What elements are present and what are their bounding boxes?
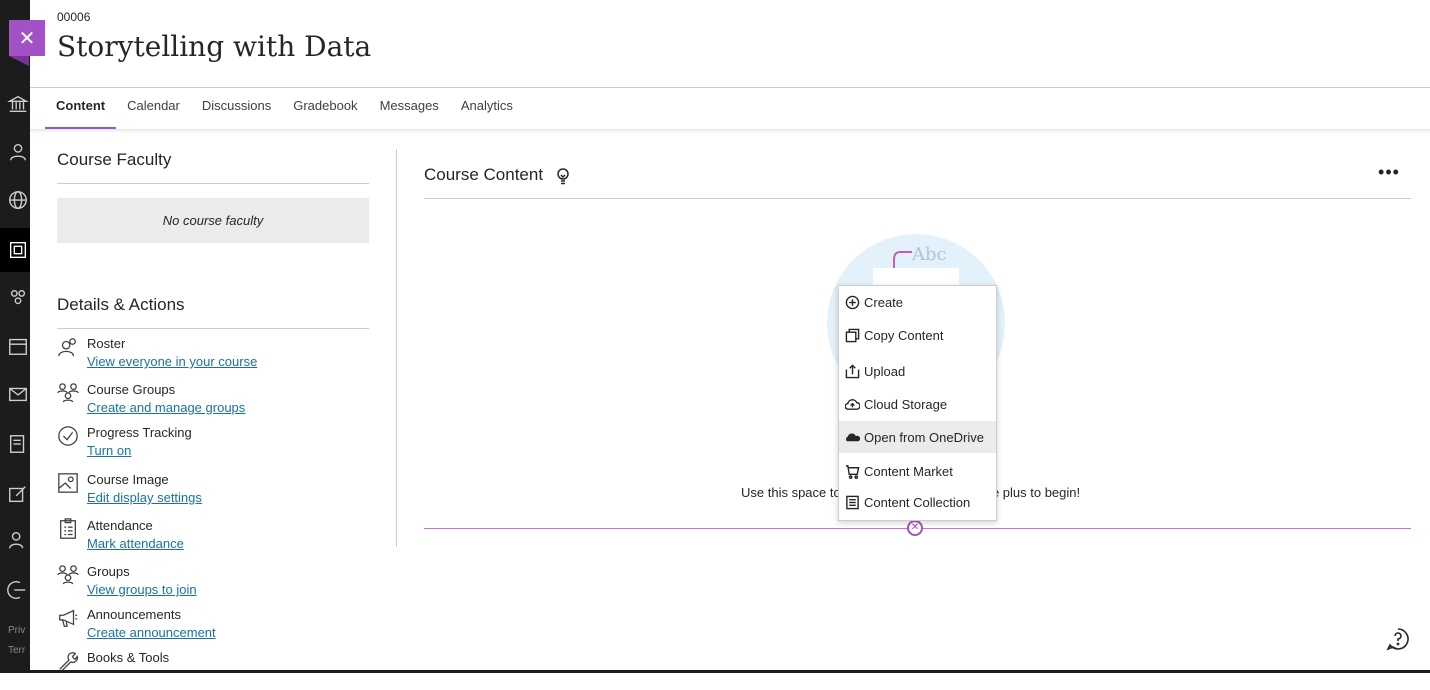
course-sidebar: Course Faculty No course faculty Details… [57, 150, 369, 329]
menu-item-onedrive[interactable]: Open from OneDrive [839, 421, 996, 453]
menu-item-label: Create [864, 294, 904, 310]
attendance-title: Attendance [87, 518, 153, 533]
groups-icon [57, 382, 79, 404]
groups-link[interactable]: View groups to join [87, 582, 197, 597]
menu-item-upload[interactable]: Upload [839, 355, 996, 387]
institution-icon[interactable] [6, 92, 30, 116]
menu-item-copy-content[interactable]: Copy Content [839, 319, 996, 351]
menu-item-label: Content Collection [864, 494, 971, 510]
cloud-icon [844, 396, 860, 412]
left-nav-rail: Priv Terr [0, 0, 30, 673]
onedrive-icon [844, 429, 860, 445]
roster-title: Roster [87, 336, 126, 351]
sign-out-icon[interactable] [6, 578, 30, 602]
tab-analytics[interactable]: Analytics [450, 88, 524, 130]
empty-state-text-start: Use this space to [741, 485, 841, 500]
faculty-heading: Course Faculty [57, 150, 172, 169]
calendar-icon[interactable] [6, 334, 30, 358]
content-heading: Course Content [424, 165, 544, 184]
close-button-tail [9, 56, 29, 66]
action-attendance: Attendance Mark attendance [57, 518, 377, 558]
announcements-title: Announcements [87, 607, 181, 622]
column-divider [396, 149, 397, 547]
megaphone-icon [57, 607, 79, 629]
tab-messages[interactable]: Messages [369, 88, 450, 130]
books-tools-title: Books & Tools [87, 650, 170, 665]
menu-item-label: Upload [864, 363, 906, 379]
progress-tracking-link[interactable]: Turn on [87, 443, 131, 458]
course-groups-title: Course Groups [87, 382, 176, 397]
add-content-menu: Create Copy Content Upload Cloud Storage… [838, 285, 997, 521]
tab-gradebook[interactable]: Gradebook [282, 88, 368, 130]
faculty-divider [57, 183, 369, 184]
details-heading: Details & Actions [57, 295, 185, 314]
privacy-link[interactable]: Priv [8, 625, 30, 636]
organizations-icon[interactable] [6, 286, 30, 310]
action-course-image: Course Image Edit display settings [57, 472, 377, 512]
menu-item-content-collection[interactable]: Content Collection [839, 486, 996, 518]
lightbulb-icon[interactable] [555, 167, 571, 185]
roster-icon [57, 336, 79, 358]
empty-state-text-end: he plus to begin! [984, 485, 1081, 500]
menu-item-label: Cloud Storage [864, 396, 948, 412]
course-groups-link[interactable]: Create and manage groups [87, 400, 245, 415]
action-course-groups: Course Groups Create and manage groups [57, 382, 377, 422]
tab-discussions[interactable]: Discussions [191, 88, 282, 130]
content-divider [424, 198, 1411, 199]
grades-icon[interactable] [6, 432, 30, 456]
wrench-icon [57, 650, 79, 672]
attendance-icon [57, 518, 79, 540]
profile-icon[interactable] [6, 140, 30, 164]
roster-link[interactable]: View everyone in your course [87, 354, 257, 369]
copy-icon [844, 327, 860, 343]
globe-icon[interactable] [6, 188, 30, 212]
more-options-button[interactable]: ••• [1374, 163, 1404, 187]
announcements-link[interactable]: Create announcement [87, 625, 216, 640]
course-image-link[interactable]: Edit display settings [87, 490, 202, 505]
collection-icon [844, 494, 860, 510]
action-announcements: Announcements Create announcement [57, 607, 377, 647]
close-add-menu-icon[interactable]: ✕ [907, 520, 923, 536]
tabs-shadow [30, 129, 1430, 133]
menu-item-cloud-storage[interactable]: Cloud Storage [839, 388, 996, 420]
menu-item-label: Content Market [864, 463, 953, 479]
tools-person-icon[interactable] [6, 528, 30, 552]
no-faculty-message: No course faculty [57, 198, 369, 243]
tab-content[interactable]: Content [45, 88, 117, 130]
attendance-link[interactable]: Mark attendance [87, 536, 184, 551]
course-id: 00006 [57, 10, 91, 24]
progress-check-icon [57, 425, 79, 447]
close-course-button[interactable]: ✕ [9, 20, 45, 56]
action-groups: Groups View groups to join [57, 564, 377, 604]
action-progress-tracking: Progress Tracking Turn on [57, 425, 377, 465]
action-roster: Roster View everyone in your course [57, 336, 377, 376]
groups-title: Groups [87, 564, 130, 579]
course-image-title: Course Image [87, 472, 169, 487]
progress-tracking-title: Progress Tracking [87, 425, 192, 440]
market-icon [844, 463, 860, 479]
image-icon [57, 472, 79, 494]
course-panel: 00006 Storytelling with Data Content Cal… [30, 0, 1430, 673]
menu-item-create[interactable]: Create [839, 286, 996, 318]
help-icon[interactable] [1386, 627, 1410, 651]
upload-icon [844, 363, 860, 379]
menu-item-label: Copy Content [864, 327, 944, 343]
details-divider [57, 328, 369, 329]
tab-calendar[interactable]: Calendar [116, 88, 191, 130]
terms-link[interactable]: Terr [8, 645, 30, 656]
course-tabs: Content Calendar Discussions Gradebook M… [45, 88, 524, 130]
page-title: Storytelling with Data [57, 30, 372, 63]
courses-icon[interactable] [6, 238, 30, 262]
plus-circle-icon [844, 294, 860, 310]
groups-icon [57, 564, 79, 586]
illustration-text: Abc [912, 244, 947, 265]
mail-icon[interactable] [6, 382, 30, 406]
menu-item-label: Open from OneDrive [864, 429, 984, 445]
edit-icon[interactable] [6, 482, 30, 506]
menu-item-content-market[interactable]: Content Market [839, 455, 996, 487]
